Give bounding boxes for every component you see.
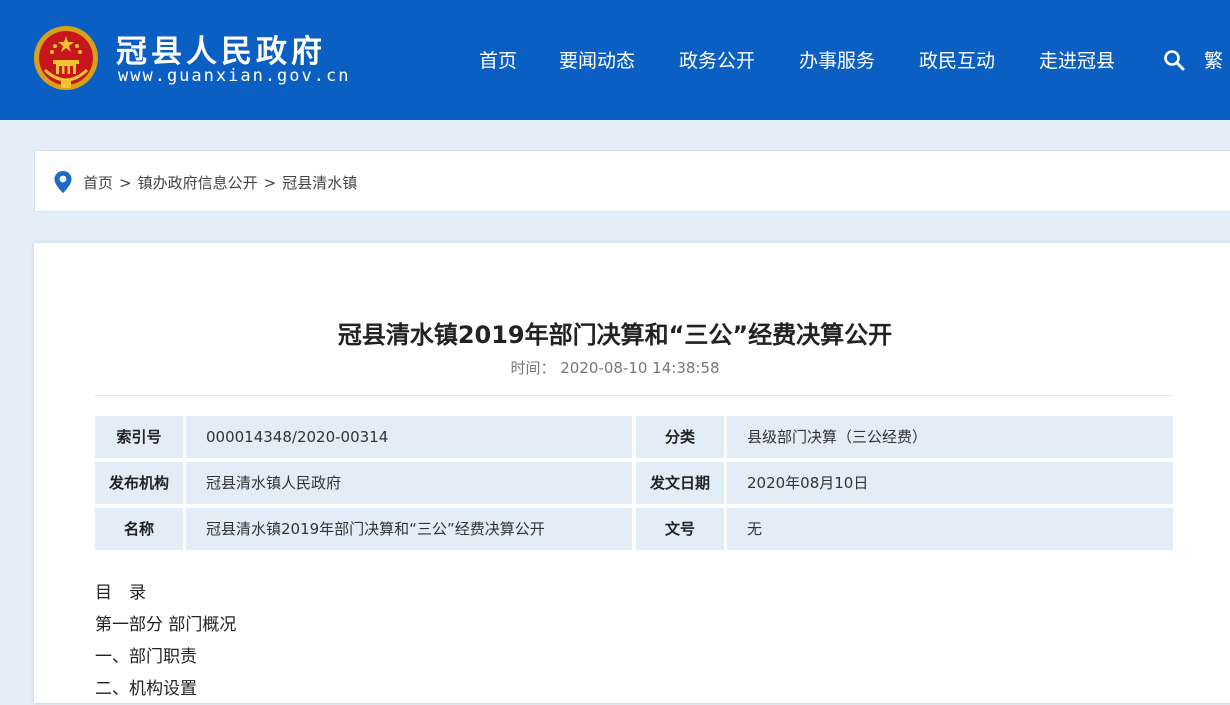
breadcrumb-separator: > bbox=[263, 174, 277, 192]
breadcrumb-town-info[interactable]: 镇办政府信息公开 bbox=[138, 174, 258, 192]
nav-item-home[interactable]: 首页 bbox=[479, 46, 517, 73]
article-panel: 冠县清水镇2019年部门决算和“三公”经费决算公开 时间： 2020-08-10… bbox=[34, 243, 1230, 703]
meta-value-date: 2020年08月10日 bbox=[727, 462, 1173, 504]
metadata-row: 名称 冠县清水镇2019年部门决算和“三公”经费决算公开 文号 无 bbox=[95, 508, 1173, 550]
time-value: 2020-08-10 14:38:58 bbox=[560, 359, 720, 377]
national-emblem-icon[interactable] bbox=[33, 24, 99, 92]
meta-value-publisher: 冠县清水镇人民政府 bbox=[186, 462, 632, 504]
site-header: 冠县人民政府 www.guanxian.gov.cn 首页 要闻动态 政务公开 … bbox=[0, 0, 1230, 120]
nav-item-gov-affairs[interactable]: 政务公开 bbox=[679, 46, 755, 73]
meta-key-name: 名称 bbox=[95, 508, 183, 550]
search-icon[interactable] bbox=[1163, 49, 1185, 71]
breadcrumb-home[interactable]: 首页 bbox=[83, 174, 113, 192]
nav-item-services[interactable]: 办事服务 bbox=[799, 46, 875, 73]
breadcrumb: 首页 > 镇办政府信息公开 > 冠县清水镇 bbox=[34, 150, 1230, 212]
meta-key-publisher: 发布机构 bbox=[95, 462, 183, 504]
time-label: 时间： bbox=[510, 359, 556, 377]
article-time: 时间： 2020-08-10 14:38:58 bbox=[0, 357, 1230, 378]
meta-key-category: 分类 bbox=[636, 416, 724, 458]
meta-value-index: 000014348/2020-00314 bbox=[186, 416, 632, 458]
metadata-row: 发布机构 冠县清水镇人民政府 发文日期 2020年08月10日 bbox=[95, 462, 1173, 504]
breadcrumb-separator: > bbox=[119, 174, 132, 192]
nav-item-news[interactable]: 要闻动态 bbox=[559, 46, 635, 73]
body-line-section-1: 一、部门职责 bbox=[95, 647, 197, 667]
body-line-section-2: 二、机构设置 bbox=[95, 679, 197, 699]
site-title[interactable]: 冠县人民政府 bbox=[116, 26, 326, 71]
meta-value-category: 县级部门决算（三公经费） bbox=[727, 416, 1173, 458]
nav-item-about[interactable]: 走进冠县 bbox=[1039, 46, 1115, 73]
meta-key-index: 索引号 bbox=[95, 416, 183, 458]
breadcrumb-qingshui[interactable]: 冠县清水镇 bbox=[282, 174, 357, 192]
body-line-part-one: 第一部分 部门概况 bbox=[95, 615, 237, 635]
metadata-table: 索引号 000014348/2020-00314 分类 县级部门决算（三公经费）… bbox=[95, 416, 1173, 554]
title-divider bbox=[95, 395, 1173, 396]
meta-value-name: 冠县清水镇2019年部门决算和“三公”经费决算公开 bbox=[186, 508, 632, 550]
meta-key-doc-number: 文号 bbox=[636, 508, 724, 550]
breadcrumb-trail: 首页 > 镇办政府信息公开 > 冠县清水镇 bbox=[83, 172, 357, 193]
nav-item-interaction[interactable]: 政民互动 bbox=[919, 46, 995, 73]
meta-key-date: 发文日期 bbox=[636, 462, 724, 504]
location-pin-icon bbox=[54, 171, 72, 193]
meta-value-doc-number: 无 bbox=[727, 508, 1173, 550]
body-line-toc: 目 录 bbox=[95, 583, 146, 603]
article-body: 目 录 第一部分 部门概况 一、部门职责 二、机构设置 bbox=[95, 577, 236, 705]
traditional-chinese-toggle[interactable]: 繁 bbox=[1204, 46, 1223, 73]
site-url: www.guanxian.gov.cn bbox=[118, 66, 351, 86]
article-title: 冠县清水镇2019年部门决算和“三公”经费决算公开 bbox=[337, 321, 893, 349]
metadata-row: 索引号 000014348/2020-00314 分类 县级部门决算（三公经费） bbox=[95, 416, 1173, 458]
